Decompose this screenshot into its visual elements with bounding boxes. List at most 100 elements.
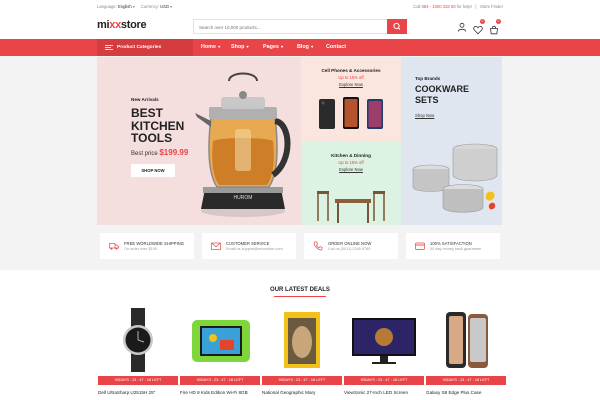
feature-free-shipping: FREE WORLDWIDE SHIPPING On order over $1… bbox=[100, 233, 194, 259]
promo-cell-phones[interactable]: Cell Phones & Accessories Up to 15% off … bbox=[301, 57, 401, 141]
chevron-down-icon: ▾ bbox=[216, 44, 221, 49]
product-name[interactable]: National Geographic Mary bbox=[262, 390, 315, 395]
product-card[interactable]: 90DAYS : 23 : 47 : 18 LEFT Fire HD 8 Kid… bbox=[180, 308, 260, 400]
search-input[interactable] bbox=[199, 23, 379, 31]
product-name[interactable]: Fire HD 8 Kids Edition Wi-Fi 8GB bbox=[180, 390, 248, 395]
header: mixxstore 0 0 bbox=[0, 14, 600, 39]
shop-now-link[interactable]: Shop Now bbox=[415, 113, 434, 118]
search-button[interactable] bbox=[387, 19, 407, 34]
promo-title: Cell Phones & Accessories bbox=[321, 68, 381, 73]
price-value: $199.99 bbox=[159, 148, 189, 157]
product-card[interactable]: 90DAYS : 23 : 47 : 18 LEFT Galaxy S8 Edg… bbox=[426, 308, 506, 400]
logo-prefix: mi bbox=[97, 19, 110, 31]
section-title: OUR LATEST DEALS bbox=[270, 287, 330, 293]
phone-case-image bbox=[446, 312, 488, 368]
nav-blog[interactable]: Blog ▾ bbox=[297, 44, 313, 50]
envelope-icon bbox=[211, 242, 221, 250]
feature-title: FREE WORLDWIDE SHIPPING bbox=[124, 241, 185, 246]
product-name[interactable]: ViewSonic 27-Inch LED Screen bbox=[344, 390, 408, 395]
top-bar: Language: English ▾ Currency: USD ▾ Call… bbox=[0, 0, 600, 14]
countdown-badge: 90DAYS : 23 : 47 : 18 LEFT bbox=[344, 376, 424, 385]
nav-shop-label: Shop bbox=[231, 44, 245, 50]
nav-pages-label: Pages bbox=[263, 44, 279, 50]
product-card[interactable]: 90DAYS : 23 : 47 : 18 LEFT ViewSonic 27-… bbox=[344, 308, 424, 400]
led-monitor-image bbox=[352, 318, 416, 364]
nav-blog-label: Blog bbox=[297, 44, 309, 50]
chevron-down-icon: ▾ bbox=[170, 4, 173, 9]
nav-home-label: Home bbox=[201, 44, 216, 50]
currency-label: Currency: bbox=[140, 4, 159, 9]
nav-shop[interactable]: Shop ▾ bbox=[231, 44, 249, 50]
explore-now-link[interactable]: Explore Now bbox=[301, 82, 401, 87]
promo-kicker: Top Brands bbox=[415, 76, 441, 81]
cart-button[interactable]: 0 bbox=[489, 19, 501, 35]
feature-order-online: ORDER ONLINE NOW Call us (0011) 2345 678… bbox=[304, 233, 398, 259]
product-categories-label: Product Categories bbox=[117, 45, 162, 50]
countdown-badge: 90DAYS : 23 : 47 : 18 LEFT bbox=[98, 376, 178, 385]
section-title-underline bbox=[274, 296, 326, 297]
hero-title-line: BEST bbox=[131, 106, 164, 120]
wishlist-count-badge: 0 bbox=[480, 19, 485, 24]
locale-settings: Language: English ▾ Currency: USD ▾ bbox=[97, 4, 172, 9]
magazine-image bbox=[284, 312, 320, 368]
logo[interactable]: mixxstore bbox=[97, 19, 147, 31]
kids-tablet-image bbox=[192, 320, 250, 362]
product-categories-button[interactable]: Product Categories bbox=[97, 39, 193, 56]
feature-subtitle: Call us (0011) 2345 6789 bbox=[328, 247, 371, 251]
chevron-down-icon: ▾ bbox=[245, 44, 249, 49]
countdown-badge: 90DAYS : 23 : 47 : 18 LEFT bbox=[262, 376, 342, 385]
call-label: Call bbox=[413, 4, 421, 9]
cookware-image bbox=[412, 143, 498, 213]
currency-select[interactable]: USD bbox=[160, 4, 169, 9]
nav-contact[interactable]: Contact bbox=[326, 44, 346, 50]
feature-subtitle: Email us support@mixxstore.com bbox=[226, 247, 283, 251]
search-bar bbox=[193, 19, 407, 34]
product-name[interactable]: Galaxy S8 Edge Plus Case bbox=[426, 390, 481, 395]
hero-kicker: New Arrivals bbox=[131, 97, 159, 102]
feature-title: 100% SATISFACTION bbox=[430, 241, 472, 246]
language-select[interactable]: English bbox=[118, 4, 132, 9]
product-name[interactable]: Dell UltraSharp U2515H 25" bbox=[98, 390, 155, 395]
nav-pages[interactable]: Pages ▾ bbox=[263, 44, 283, 50]
promo-title: COOKWARE SETS bbox=[415, 84, 469, 106]
nav-home[interactable]: Home ▾ bbox=[201, 44, 220, 50]
promo-title-line: COOKWARE bbox=[415, 84, 469, 94]
store-finder-link[interactable]: Store Finder bbox=[480, 4, 503, 9]
latest-deals-section: OUR LATEST DEALS 90DAYS : 23 : 47 : 18 L… bbox=[0, 270, 600, 400]
nav-contact-label: Contact bbox=[326, 44, 347, 50]
feature-subtitle: On order over $100 bbox=[124, 247, 157, 251]
feature-customer-service: CUSTOMER SERVICE Email us support@mixxst… bbox=[202, 233, 296, 259]
top-contact: Call 084 - 1000 333 00 for help! | Store… bbox=[413, 4, 503, 9]
explore-now-link[interactable]: Explore Now bbox=[301, 167, 401, 172]
feature-satisfaction: 100% SATISFACTION 30 day money back guar… bbox=[406, 233, 500, 259]
promo-title: Kitchen & Dinning bbox=[331, 153, 371, 158]
phone-number[interactable]: 084 - 1000 333 00 bbox=[422, 4, 456, 9]
countdown-badge: 90DAYS : 23 : 47 : 18 LEFT bbox=[426, 376, 506, 385]
dining-table-image bbox=[317, 191, 385, 223]
main-nav: Product Categories Home ▾ Shop ▾ Pages ▾… bbox=[0, 39, 600, 56]
smartphones-image bbox=[319, 97, 383, 129]
language-label: Language: bbox=[97, 4, 117, 9]
chevron-down-icon: ▾ bbox=[309, 44, 314, 49]
feature-subtitle: 30 day money back guarantee bbox=[430, 247, 482, 251]
user-icon[interactable] bbox=[457, 22, 467, 32]
shop-now-button[interactable]: SHOP NOW bbox=[131, 164, 175, 177]
countdown-badge: 90DAYS : 23 : 47 : 18 LEFT bbox=[180, 376, 260, 385]
product-card[interactable]: 90DAYS : 23 : 47 : 18 LEFT Dell UltraSha… bbox=[98, 308, 178, 400]
kettle-brand: HUROM bbox=[234, 195, 253, 201]
hero-title-line: TOOLS bbox=[131, 131, 173, 145]
promo-cookware-sets[interactable]: Top Brands COOKWARE SETS Shop Now bbox=[401, 57, 502, 225]
wishlist-button[interactable]: 0 bbox=[473, 19, 485, 35]
hero-banner-kitchen-tools[interactable]: New Arrivals BEST KITCHEN TOOLS Best pri… bbox=[97, 57, 301, 225]
product-card[interactable]: 90DAYS : 23 : 47 : 18 LEFT National Geog… bbox=[262, 308, 342, 400]
truck-icon bbox=[109, 243, 119, 250]
promo-kitchen-dinning[interactable]: Kitchen & Dinning Up to 15% off Explore … bbox=[301, 141, 401, 225]
phone-icon bbox=[313, 241, 323, 251]
promo-offer: Up to 15% off bbox=[338, 75, 364, 80]
promo-offer: Up to 15% off bbox=[338, 160, 364, 165]
heart-icon bbox=[473, 26, 483, 35]
cart-icon bbox=[490, 25, 498, 35]
credit-card-icon bbox=[415, 242, 425, 250]
menu-icon bbox=[105, 45, 113, 50]
feature-title: CUSTOMER SERVICE bbox=[226, 241, 270, 246]
